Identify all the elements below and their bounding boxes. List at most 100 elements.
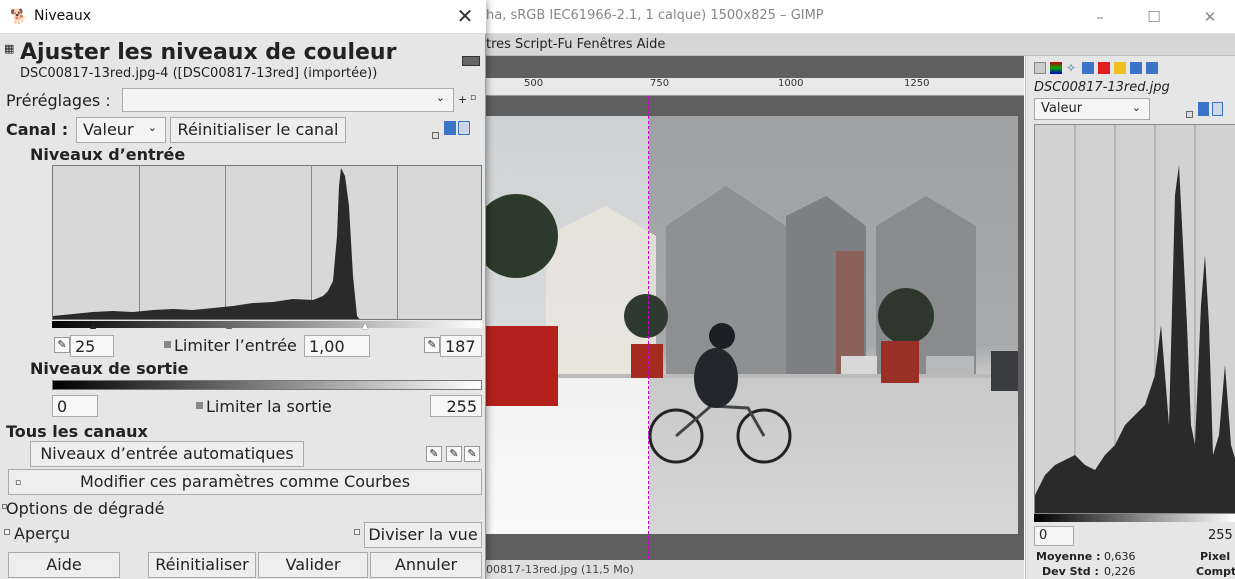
channel-select[interactable]: Valeur ⌄ <box>76 117 166 143</box>
status-text: 00817-13red.jpg (11,5 Mo) <box>486 563 634 576</box>
black-point-handle[interactable]: ▲ <box>90 321 96 330</box>
maximize-button[interactable]: ☐ <box>1134 4 1174 30</box>
std-value: 0,226 <box>1104 565 1136 578</box>
input-levels-label: Niveaux d’entrée <box>30 145 186 164</box>
ruler-tick: 500 <box>524 78 544 89</box>
add-preset-icon[interactable]: + <box>458 93 467 106</box>
histogram-channel-select[interactable]: Valeur ⌄ <box>1034 98 1150 120</box>
output-gradient-bar[interactable] <box>52 380 482 390</box>
histogram-toggle-icon[interactable] <box>458 121 470 135</box>
output-levels-label: Niveaux de sortie <box>30 359 189 378</box>
preview-label: Aperçu <box>14 524 71 543</box>
histogram-mode-icon[interactable] <box>1212 102 1223 116</box>
ok-button[interactable]: Valider <box>258 552 368 578</box>
log-scale-icon[interactable] <box>1198 102 1209 116</box>
gamma-handle[interactable]: ▲ <box>226 321 232 330</box>
levels-window-title: Niveaux <box>34 8 91 24</box>
range-min-value: 0 <box>1039 528 1048 543</box>
colormap-tab-icon[interactable] <box>1082 62 1094 74</box>
gamma-spinner[interactable]: 1,00 <box>304 335 370 357</box>
preview-checkbox[interactable] <box>4 529 10 535</box>
auto-input-levels-button[interactable]: Niveaux d’entrée automatiques <box>30 441 304 467</box>
histogram-tab-icon[interactable] <box>1098 62 1110 74</box>
curves-icon: ▫ <box>15 478 22 488</box>
help-button[interactable]: Aide <box>8 552 120 578</box>
linear-histogram-icon[interactable] <box>432 124 439 143</box>
input-low-spinner[interactable]: 25 <box>70 335 114 357</box>
pick-gray-icon[interactable]: ✎ <box>446 446 462 462</box>
histogram-dock-graph <box>1035 125 1235 513</box>
dock-tab-icons: ✧ <box>1034 60 1184 78</box>
gamma-value: 1,00 <box>309 337 345 356</box>
layers-tab-icon[interactable] <box>1034 62 1046 74</box>
histogram-view[interactable] <box>1034 124 1235 514</box>
blending-options-expander[interactable]: Options de dégradé <box>6 499 164 518</box>
photo-scene <box>486 186 1018 464</box>
preview-thumb-icon <box>462 56 480 66</box>
histogram-dock: ✧ DSC00817-13red.jpg Valeur ⌄ 0 255 Moye… <box>1025 56 1235 579</box>
pointer-tab-icon[interactable] <box>1114 62 1126 74</box>
count-label: Compt <box>1196 565 1235 578</box>
chevron-down-icon: ⌄ <box>435 91 445 104</box>
minimize-button[interactable]: – <box>1080 4 1120 30</box>
log-histogram-icon[interactable] <box>444 121 456 135</box>
horizontal-ruler: 500 750 1000 1250 <box>484 78 1024 96</box>
clamp-output-checkbox[interactable] <box>196 402 203 409</box>
close-window-button[interactable]: ✕ <box>1190 4 1230 30</box>
histogram-image-name: DSC00817-13red.jpg <box>1034 80 1170 95</box>
pick-black-icon[interactable]: ✎ <box>426 446 442 462</box>
output-low-spinner[interactable]: 0 <box>52 395 98 417</box>
undo-tab-icon[interactable] <box>1146 62 1158 74</box>
histogram-channel-value: Valeur <box>1041 101 1083 116</box>
split-view-checkbox[interactable] <box>354 529 360 535</box>
chevron-down-icon: ⌄ <box>1131 101 1141 114</box>
preset-menu-icon[interactable]: ▫ <box>470 93 476 103</box>
ruler-tick: 750 <box>650 78 670 89</box>
presets-combo[interactable]: ⌄ <box>122 88 454 112</box>
histogram-range-min[interactable]: 0 <box>1034 526 1074 546</box>
image-canvas[interactable] <box>486 116 1018 534</box>
output-low-value: 0 <box>57 397 68 416</box>
channel-value: Valeur <box>83 120 134 139</box>
sample-points-tab-icon[interactable] <box>1130 62 1142 74</box>
gimp-window-title: ha, sRGB IEC61966-2.1, 1 calque) 1500x82… <box>486 8 824 23</box>
white-point-handle[interactable]: ▲ <box>362 321 368 330</box>
histogram-gradient <box>1034 514 1235 522</box>
pick-white-icon[interactable]: ✎ <box>464 446 480 462</box>
linear-scale-icon[interactable] <box>1186 103 1193 122</box>
edit-as-curves-label: Modifier ces paramètres comme Courbes <box>79 472 411 491</box>
input-high-value: 187 <box>445 337 476 356</box>
edit-as-curves-button[interactable]: ▫ Modifier ces paramètres comme Courbes <box>8 469 482 495</box>
all-channels-label: Tous les canaux <box>6 422 148 441</box>
clamp-output-label: Limiter la sortie <box>206 397 332 416</box>
black-picker-icon[interactable]: ✎ <box>54 337 70 353</box>
input-high-spinner[interactable]: 187 <box>440 335 482 357</box>
paths-tab-icon[interactable]: ✧ <box>1066 62 1078 74</box>
close-icon[interactable]: ✕ <box>450 4 480 28</box>
mean-value: 0,636 <box>1104 550 1136 563</box>
input-levels-histogram[interactable] <box>52 165 482 320</box>
histogram-range-max[interactable]: 255 <box>1208 528 1233 543</box>
gimp-menu-items[interactable]: tres Script-Fu Fenêtres Aide <box>486 37 665 52</box>
levels-dialog-icon: ▦ <box>4 42 15 55</box>
levels-subheading: DSC00817-13red.jpg-4 ([DSC00817-13red] (… <box>20 66 378 81</box>
ruler-tick: 1250 <box>904 78 930 89</box>
output-high-spinner[interactable]: 255 <box>430 395 482 417</box>
input-histogram-graph <box>53 168 360 319</box>
output-high-value: 255 <box>446 397 477 416</box>
clamp-input-checkbox[interactable] <box>164 341 171 348</box>
expander-icon <box>2 504 7 509</box>
cancel-button[interactable]: Annuler <box>370 552 482 578</box>
clamp-input-label: Limiter l’entrée <box>174 336 297 355</box>
pixels-label: Pixel <box>1200 550 1231 563</box>
levels-titlebar: 🐕 Niveaux ✕ <box>0 0 486 34</box>
input-gradient-bar <box>52 321 482 328</box>
reset-button[interactable]: Réinitialiser <box>148 552 256 578</box>
mean-label: Moyenne : <box>1036 550 1101 563</box>
std-label: Dev Std : <box>1042 565 1099 578</box>
split-view-toggle[interactable]: Diviser la vue <box>364 522 482 548</box>
white-picker-icon[interactable]: ✎ <box>424 337 440 353</box>
reset-channel-button[interactable]: Réinitialiser le canal <box>170 117 346 143</box>
channels-tab-icon[interactable] <box>1050 62 1062 74</box>
status-bar: 00817-13red.jpg (11,5 Mo) <box>484 560 1024 579</box>
